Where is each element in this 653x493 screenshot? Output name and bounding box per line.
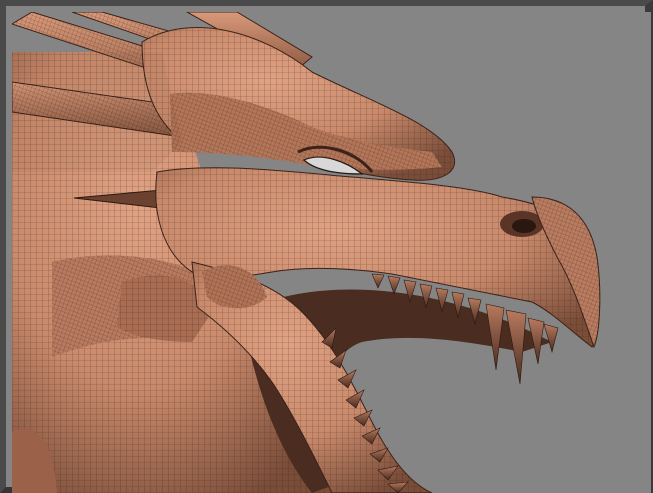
3d-viewport[interactable] bbox=[12, 12, 651, 493]
dragon-render bbox=[12, 12, 651, 493]
viewport-frame bbox=[0, 0, 653, 493]
